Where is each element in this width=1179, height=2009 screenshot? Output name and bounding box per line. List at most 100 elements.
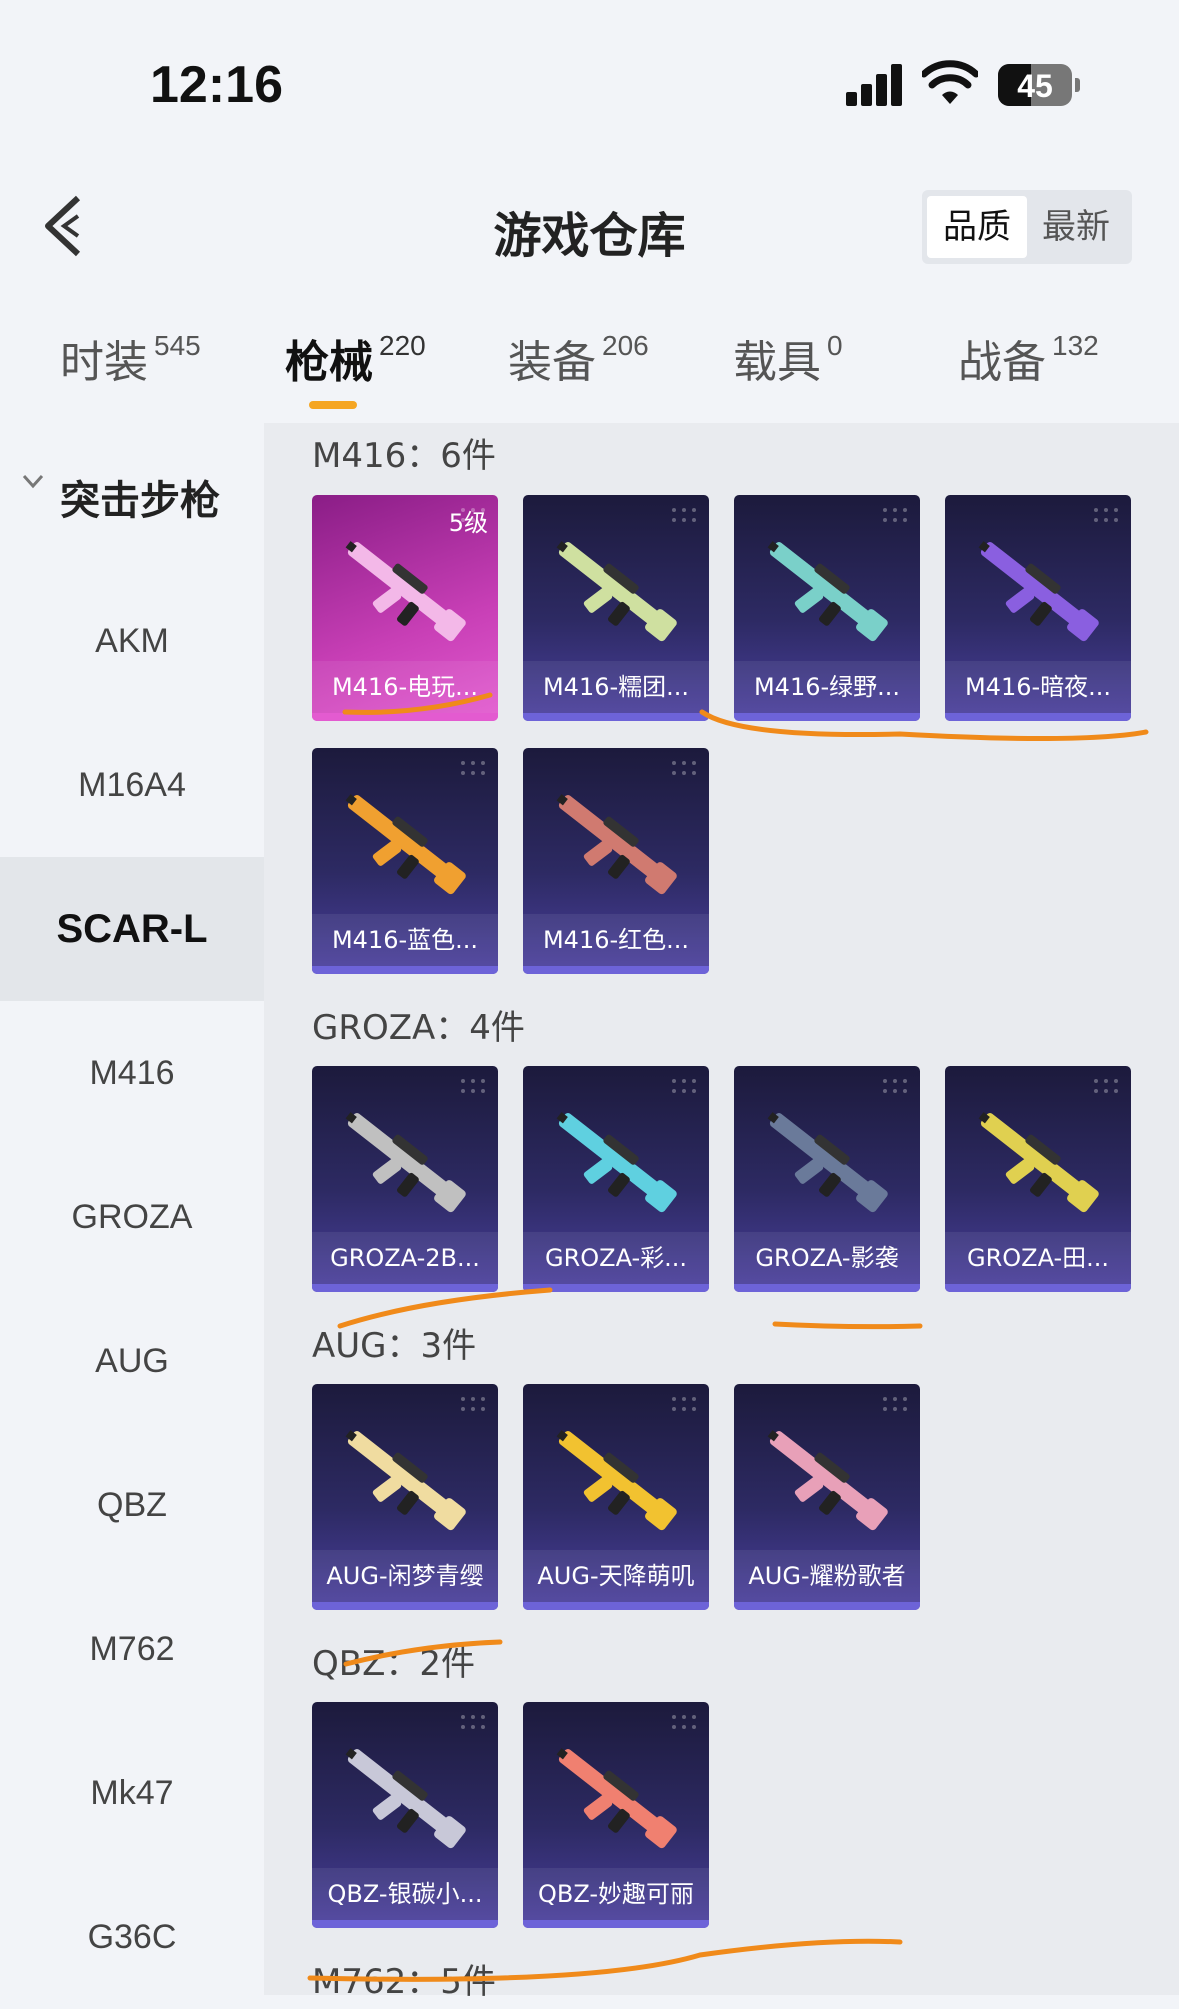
rarity-bar bbox=[312, 713, 498, 721]
rifle-icon bbox=[345, 1112, 466, 1213]
group-title-m416: M416：6件 bbox=[312, 436, 496, 476]
weapon-card[interactable]: QBZ-银碳小... bbox=[312, 1702, 498, 1928]
rarity-bar bbox=[523, 966, 709, 974]
rarity-bar bbox=[523, 713, 709, 721]
sidebar-category-label: 突击步枪 bbox=[60, 478, 220, 524]
weapon-card[interactable]: GROZA-2B... bbox=[312, 1066, 498, 1292]
rifle-icon bbox=[556, 1112, 677, 1213]
weapon-name: M416-暗夜... bbox=[945, 661, 1131, 713]
sidebar-item-m16a4[interactable]: M16A4 bbox=[0, 713, 264, 857]
sidebar-item-m416[interactable]: M416 bbox=[0, 1001, 264, 1145]
rarity-bar bbox=[312, 1602, 498, 1610]
sidebar-item-akm[interactable]: AKM bbox=[0, 569, 264, 713]
tab-label: 装备 bbox=[508, 337, 596, 388]
weapon-card[interactable]: AUG-天降萌叽 bbox=[523, 1384, 709, 1610]
rifle-icon bbox=[556, 541, 677, 642]
weapon-card[interactable]: GROZA-影袭 bbox=[734, 1066, 920, 1292]
rifle-icon bbox=[978, 1112, 1099, 1213]
weapon-name: QBZ-妙趣可丽 bbox=[523, 1868, 709, 1920]
tab-firearms[interactable]: 枪械 220 bbox=[285, 326, 426, 390]
sort-quality-button[interactable]: 品质 bbox=[927, 196, 1027, 258]
weapon-card[interactable]: M416-暗夜... bbox=[945, 495, 1131, 721]
tab-supplies[interactable]: 战备 132 bbox=[958, 326, 1099, 390]
group-title-aug: AUG：3件 bbox=[312, 1326, 477, 1366]
battery-cap bbox=[1075, 78, 1080, 92]
rifle-icon bbox=[556, 1748, 677, 1849]
weapon-card[interactable]: M416-蓝色... bbox=[312, 748, 498, 974]
tab-count: 132 bbox=[1052, 330, 1099, 361]
rifle-icon bbox=[978, 541, 1099, 642]
rifle-icon bbox=[345, 1430, 466, 1531]
weapon-name: AUG-闲梦青缨 bbox=[312, 1550, 498, 1602]
sort-toggle: 品质 最新 bbox=[922, 190, 1132, 264]
group-title-groza: GROZA：4件 bbox=[312, 1008, 525, 1048]
rarity-bar bbox=[523, 1602, 709, 1610]
active-tab-indicator bbox=[309, 401, 357, 409]
weapon-card[interactable]: M416-绿野... bbox=[734, 495, 920, 721]
sidebar-item-qbz[interactable]: QBZ bbox=[0, 1433, 264, 1577]
battery-level: 45 bbox=[1017, 68, 1053, 104]
cellular-signal-icon bbox=[846, 64, 906, 106]
rarity-bar bbox=[523, 1284, 709, 1292]
weapon-card[interactable]: AUG-耀粉歌者 bbox=[734, 1384, 920, 1610]
weapon-name: GROZA-2B... bbox=[312, 1232, 498, 1284]
sidebar-category[interactable]: 突击步枪 bbox=[0, 440, 264, 550]
rifle-icon bbox=[767, 541, 888, 642]
weapon-name: M416-电玩... bbox=[312, 661, 498, 713]
weapon-card[interactable]: AUG-闲梦青缨 bbox=[312, 1384, 498, 1610]
chevron-down-icon bbox=[22, 474, 44, 489]
rifle-icon bbox=[345, 1748, 466, 1849]
item-level: 5级 bbox=[448, 509, 488, 537]
status-bar: 12:16 45 bbox=[0, 0, 1179, 170]
group-title-qbz: QBZ：2件 bbox=[312, 1644, 476, 1684]
rifle-icon bbox=[556, 1430, 677, 1531]
status-time: 12:16 bbox=[150, 56, 283, 114]
weapon-name: AUG-天降萌叽 bbox=[523, 1550, 709, 1602]
weapon-card[interactable]: M416-糯团... bbox=[523, 495, 709, 721]
rarity-bar bbox=[734, 1284, 920, 1292]
sort-newest-button[interactable]: 最新 bbox=[1026, 196, 1126, 258]
sidebar-item-aug[interactable]: AUG bbox=[0, 1289, 264, 1433]
weapon-name: GROZA-影袭 bbox=[734, 1232, 920, 1284]
tab-count: 545 bbox=[154, 330, 201, 361]
wifi-icon bbox=[922, 60, 978, 104]
weapon-name: QBZ-银碳小... bbox=[312, 1868, 498, 1920]
group-title-m762: M762：5件 bbox=[312, 1962, 496, 2002]
tab-vehicles[interactable]: 载具 0 bbox=[733, 326, 843, 390]
rifle-icon bbox=[345, 794, 466, 895]
rarity-bar bbox=[945, 1284, 1131, 1292]
weapon-card[interactable]: M416-红色... bbox=[523, 748, 709, 974]
rarity-bar bbox=[945, 713, 1131, 721]
weapon-name: GROZA-彩... bbox=[523, 1232, 709, 1284]
tab-fashion[interactable]: 时装 545 bbox=[60, 326, 201, 390]
rifle-icon bbox=[767, 1430, 888, 1531]
rarity-bar bbox=[312, 1920, 498, 1928]
rarity-bar bbox=[312, 966, 498, 974]
rifle-icon bbox=[767, 1112, 888, 1213]
rifle-icon bbox=[556, 794, 677, 895]
weapon-card[interactable]: GROZA-彩... bbox=[523, 1066, 709, 1292]
rarity-bar bbox=[523, 1920, 709, 1928]
tab-label: 战备 bbox=[958, 337, 1046, 388]
weapon-card[interactable]: 5级 M416-电玩... bbox=[312, 495, 498, 721]
sidebar-item-g36c[interactable]: G36C bbox=[0, 1865, 264, 2009]
tab-count: 0 bbox=[827, 330, 843, 361]
tab-count: 220 bbox=[379, 330, 426, 361]
weapon-name: M416-糯团... bbox=[523, 661, 709, 713]
sidebar-item-m762[interactable]: M762 bbox=[0, 1577, 264, 1721]
tab-equipment[interactable]: 装备 206 bbox=[508, 326, 649, 390]
weapon-name: M416-蓝色... bbox=[312, 914, 498, 966]
rifle-icon bbox=[345, 541, 466, 642]
tab-label: 枪械 bbox=[285, 337, 373, 388]
weapon-name: M416-红色... bbox=[523, 914, 709, 966]
weapon-card[interactable]: QBZ-妙趣可丽 bbox=[523, 1702, 709, 1928]
sidebar-item-mk47[interactable]: Mk47 bbox=[0, 1721, 264, 1865]
rarity-bar bbox=[734, 1602, 920, 1610]
weapon-card[interactable]: GROZA-田... bbox=[945, 1066, 1131, 1292]
sidebar-item-groza[interactable]: GROZA bbox=[0, 1145, 264, 1289]
rarity-bar bbox=[312, 1284, 498, 1292]
weapon-name: GROZA-田... bbox=[945, 1232, 1131, 1284]
tab-label: 载具 bbox=[733, 337, 821, 388]
weapon-name: M416-绿野... bbox=[734, 661, 920, 713]
sidebar-item-scar-l[interactable]: SCAR-L bbox=[0, 857, 264, 1001]
